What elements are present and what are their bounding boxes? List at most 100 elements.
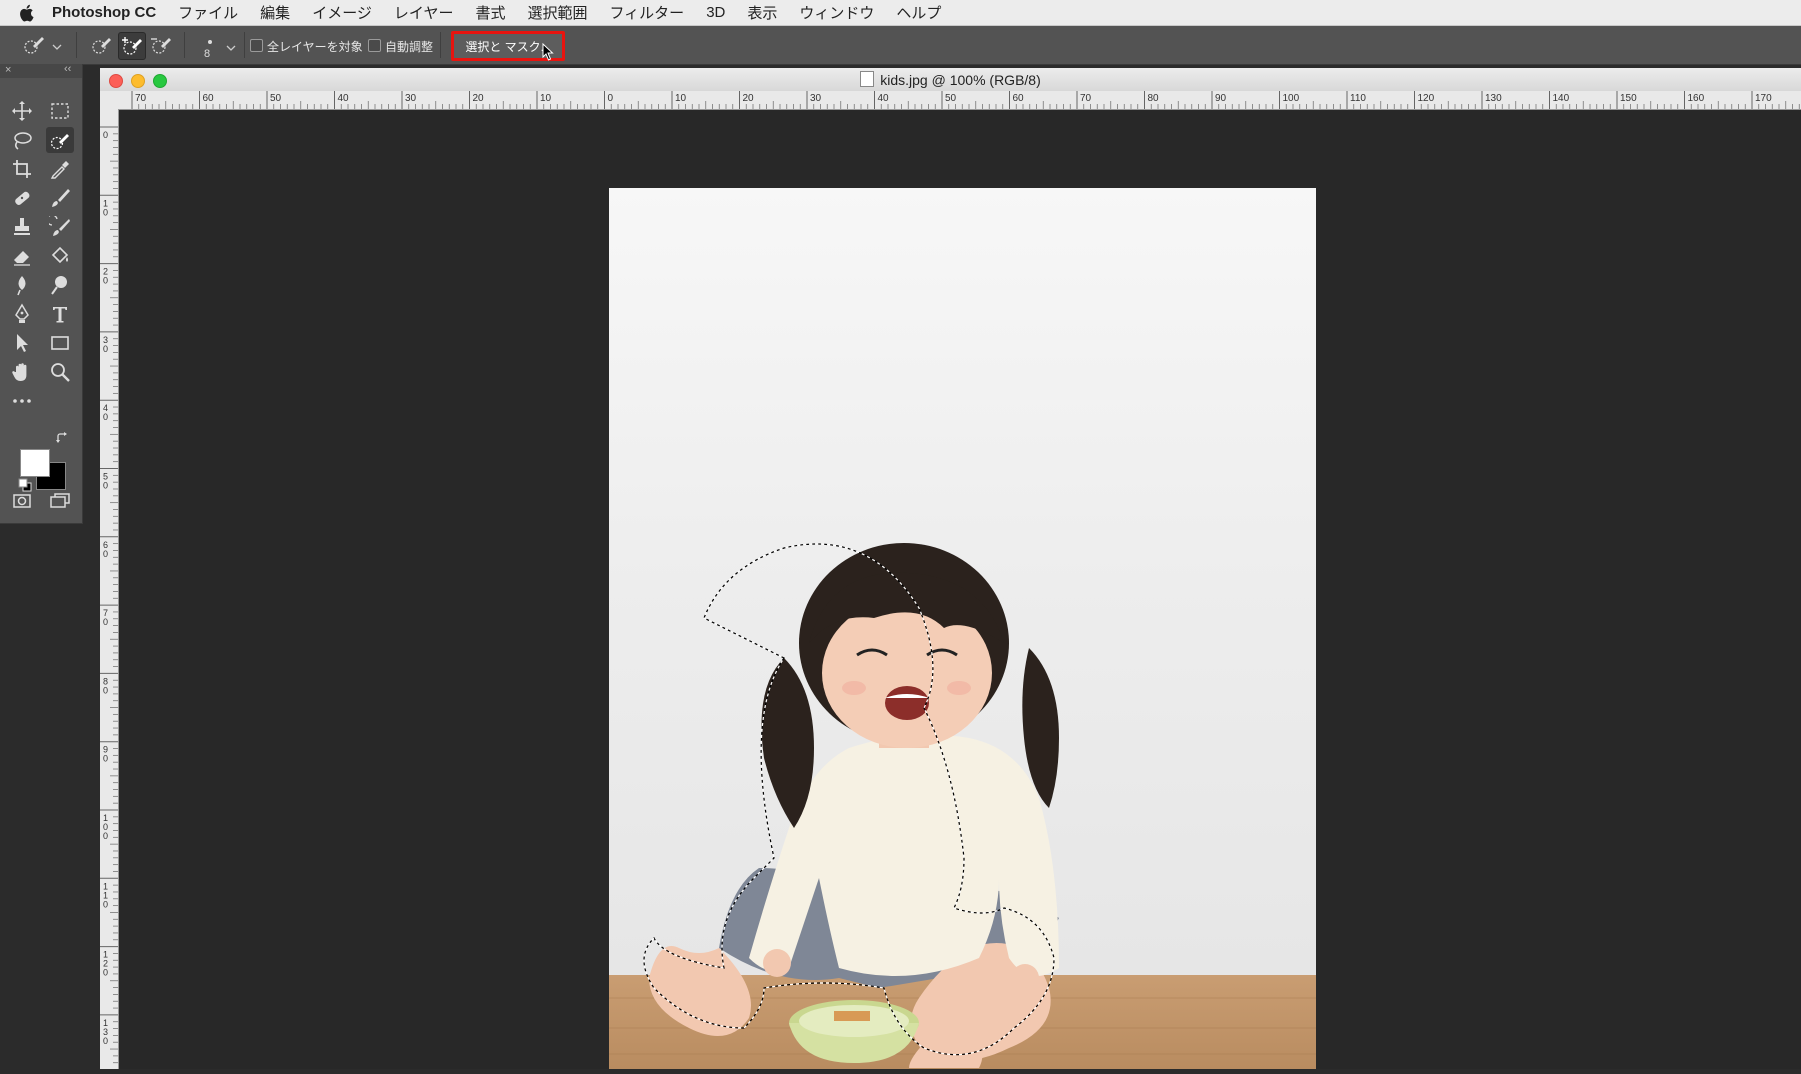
add-to-selection-icon[interactable] bbox=[118, 32, 146, 60]
menu-file[interactable]: ファイル bbox=[178, 2, 238, 23]
ruler-label: 130 bbox=[1485, 93, 1502, 104]
ruler-label: 0 bbox=[103, 130, 108, 140]
ruler-label: 150 bbox=[1620, 93, 1637, 104]
document-title: kids.jpg @ 100% (RGB/8) bbox=[880, 72, 1041, 88]
new-selection-icon[interactable] bbox=[88, 32, 114, 58]
eyedropper-icon[interactable] bbox=[46, 156, 74, 182]
menu-view[interactable]: 表示 bbox=[747, 2, 777, 23]
paint-bucket-icon[interactable] bbox=[46, 243, 74, 269]
chevron-down-icon[interactable] bbox=[225, 40, 237, 58]
clone-stamp-icon[interactable] bbox=[8, 214, 36, 240]
ruler-label: 30 bbox=[810, 93, 822, 104]
select-and-mask-label: 選択と マスク... bbox=[465, 39, 551, 54]
ruler-label: 10 bbox=[540, 93, 552, 104]
mouse-cursor-icon bbox=[542, 42, 554, 66]
ruler-label: 60 bbox=[1013, 93, 1025, 104]
ruler-label: 0 bbox=[103, 831, 108, 841]
move-tool-icon[interactable] bbox=[8, 98, 36, 124]
app-name[interactable]: Photoshop CC bbox=[52, 4, 156, 21]
quick-selection-icon[interactable] bbox=[46, 127, 74, 153]
ruler-label: 20 bbox=[473, 93, 485, 104]
menu-type[interactable]: 書式 bbox=[475, 2, 505, 23]
menu-window[interactable]: ウィンドウ bbox=[799, 2, 874, 23]
zoom-tool-icon[interactable] bbox=[46, 359, 74, 385]
ruler-label: 0 bbox=[103, 899, 108, 909]
ruler-origin[interactable] bbox=[100, 91, 121, 110]
ruler-label: 0 bbox=[103, 617, 108, 627]
toolbox-panel: × ‹‹ bbox=[0, 63, 83, 524]
ruler-label: 140 bbox=[1553, 93, 1570, 104]
ruler-label: 120 bbox=[1418, 93, 1435, 104]
separator bbox=[76, 32, 77, 58]
blur-tool-icon[interactable] bbox=[8, 272, 36, 298]
ruler-label: 50 bbox=[945, 93, 957, 104]
ruler-label: 30 bbox=[405, 93, 417, 104]
toolbox-header: × ‹‹ bbox=[0, 63, 82, 78]
menu-select[interactable]: 選択範囲 bbox=[527, 2, 587, 23]
healing-brush-icon[interactable] bbox=[8, 185, 36, 211]
rectangular-marquee-icon[interactable] bbox=[46, 98, 74, 124]
close-icon[interactable]: × bbox=[5, 64, 11, 76]
quick-mask-icon[interactable] bbox=[8, 488, 36, 514]
auto-enhance-label: 自動調整 bbox=[385, 40, 434, 54]
ruler-label: 100 bbox=[1283, 93, 1300, 104]
ruler-label: 90 bbox=[1215, 93, 1227, 104]
menu-edit[interactable]: 編集 bbox=[260, 2, 290, 23]
horizontal-ruler[interactable]: 70 60 50 40 30 20 10 0 10 20 30 40 50 60 70 80 90 100 110 1… bbox=[120, 91, 1801, 110]
screen-mode-icon[interactable] bbox=[46, 488, 74, 514]
vertical-ruler-ticks: 0102030405060708090100110120130 bbox=[100, 126, 118, 1070]
pen-tool-icon[interactable] bbox=[8, 301, 36, 327]
document-title-wrap: kids.jpg @ 100% (RGB/8) bbox=[100, 71, 1801, 88]
ruler-label: 0 bbox=[103, 549, 108, 559]
menu-image[interactable]: イメージ bbox=[312, 2, 372, 23]
ruler-label: 50 bbox=[270, 93, 282, 104]
path-selection-icon[interactable] bbox=[8, 330, 36, 356]
ruler-label: 40 bbox=[878, 93, 890, 104]
ruler-label: 0 bbox=[103, 754, 108, 764]
sample-all-layers-label: 全レイヤーを対象 bbox=[267, 40, 363, 54]
ruler-label: 170 bbox=[1755, 93, 1772, 104]
ruler-label: 70 bbox=[135, 93, 147, 104]
sample-all-layers-checkbox[interactable] bbox=[250, 39, 263, 52]
dodge-tool-icon[interactable] bbox=[46, 272, 74, 298]
apple-icon[interactable] bbox=[0, 4, 52, 22]
ruler-label: 80 bbox=[1148, 93, 1160, 104]
menu-filter[interactable]: フィルター bbox=[609, 2, 684, 23]
lasso-tool-icon[interactable] bbox=[8, 127, 36, 153]
type-tool-icon[interactable] bbox=[46, 301, 74, 327]
history-brush-icon[interactable] bbox=[46, 214, 74, 240]
ruler-label: 40 bbox=[338, 93, 350, 104]
menu-help[interactable]: ヘルプ bbox=[896, 2, 941, 23]
crop-tool-icon[interactable] bbox=[8, 156, 36, 182]
ruler-label: 0 bbox=[103, 1036, 108, 1046]
ruler-label: 0 bbox=[103, 481, 108, 491]
rectangle-tool-icon[interactable] bbox=[46, 330, 74, 356]
hand-tool-icon[interactable] bbox=[8, 359, 36, 385]
document-title-bar: kids.jpg @ 100% (RGB/8) bbox=[100, 68, 1801, 92]
vertical-ruler[interactable]: 0102030405060708090100110120130 bbox=[100, 109, 119, 1070]
subtract-from-selection-icon[interactable] bbox=[148, 32, 174, 58]
ruler-label: 110 bbox=[1350, 93, 1366, 104]
brush-size-value: 8 bbox=[204, 48, 211, 60]
canvas-area[interactable] bbox=[119, 110, 1801, 1069]
ruler-label: 0 bbox=[103, 207, 108, 217]
eraser-tool-icon[interactable] bbox=[8, 243, 36, 269]
menu-3d[interactable]: 3D bbox=[706, 4, 725, 21]
auto-enhance-checkbox[interactable] bbox=[368, 39, 381, 52]
foreground-color-swatch[interactable] bbox=[20, 449, 50, 477]
tool-preset-picker[interactable] bbox=[20, 34, 64, 61]
ruler-label: 0 bbox=[608, 93, 614, 104]
more-tools-icon[interactable] bbox=[8, 388, 36, 414]
collapse-icon[interactable]: ‹‹ bbox=[64, 63, 71, 75]
separator bbox=[244, 32, 245, 58]
kids-photo[interactable] bbox=[609, 188, 1316, 1069]
ruler-label: 20 bbox=[743, 93, 755, 104]
menu-layer[interactable]: レイヤー bbox=[394, 2, 454, 23]
separator bbox=[184, 32, 185, 58]
document-file-icon bbox=[860, 71, 875, 87]
ruler-label: 60 bbox=[203, 93, 215, 104]
swap-colors-icon[interactable] bbox=[55, 431, 69, 450]
horizontal-ruler-ticks: 70 60 50 40 30 20 10 0 10 20 30 40 50 60 70 80 90 100 110 1… bbox=[131, 91, 1800, 109]
ruler-label: 160 bbox=[1688, 93, 1705, 104]
brush-tool-icon[interactable] bbox=[46, 185, 74, 211]
